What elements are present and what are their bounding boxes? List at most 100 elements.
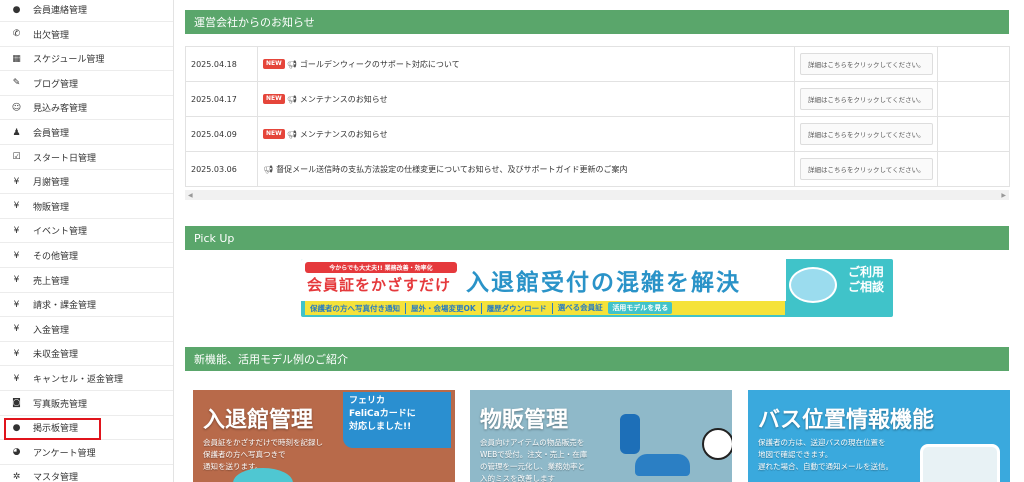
- chat-bubble-icon: ●: [12, 4, 21, 15]
- user-icon: ♟: [12, 127, 21, 138]
- yen-icon: ¥: [13, 176, 20, 187]
- bottle-icon: [620, 414, 640, 454]
- new-badge: NEW: [263, 94, 285, 104]
- sidebar-item[interactable]: ☑ スタート日管理: [0, 146, 173, 170]
- sidebar-item[interactable]: ¥ 請求・課金管理: [0, 293, 173, 318]
- sidebar-item-label: 売上管理: [33, 276, 70, 287]
- pickup-heading: Pick Up: [185, 226, 1009, 250]
- yen-icon: ¥: [13, 299, 20, 310]
- feature-card-title: 物販管理: [480, 408, 569, 433]
- sidebar-nav: ● 会員連絡管理 ✆ 出欠管理 ▦ スケジュール管理 ✎ ブログ管理 ☺ 見込み客管理 ♟ 会員管理 ☑…: [0, 0, 174, 482]
- new-badge: NEW: [263, 59, 285, 69]
- soccer-ball-icon: [702, 428, 732, 460]
- feature-card[interactable]: 物販管理会員向けアイテムの物品販売を WEBで受付。注文・売上・在庫 の管理を一…: [470, 390, 732, 482]
- megaphone-icon: 📢︎: [286, 129, 297, 139]
- sidebar-item-label: 物販管理: [33, 202, 70, 213]
- sidebar-item[interactable]: ♟ 会員管理: [0, 121, 173, 145]
- feature-card-desc: 会員向けアイテムの物品販売を WEBで受付。注文・売上・在庫 の管理を一元化し、…: [480, 438, 588, 482]
- notice-title-cell: NEW 📢︎ メンテナンスのお知らせ: [257, 81, 795, 117]
- banner-tag: 今からでも大丈夫!! 業務改善・効率化: [305, 262, 457, 273]
- sidebar-item[interactable]: ✲ マスタ管理: [0, 465, 173, 482]
- detail-button[interactable]: 詳細はこちらをクリックしてください。: [800, 158, 933, 180]
- notice-row: 2025.03.06 📢︎ 督促メール送信時の支払方法設定の仕様変更についてお知らせ…: [185, 151, 1010, 187]
- notice-empty-cell: [937, 81, 1010, 117]
- camera-icon: ◙: [12, 398, 21, 409]
- feature-card-title: 入退館管理: [203, 408, 314, 433]
- horizontal-scrollbar[interactable]: ◀ ▶: [185, 190, 1009, 200]
- sidebar-item-label: ブログ管理: [33, 79, 79, 90]
- sidebar-item[interactable]: ¥ 物販管理: [0, 195, 173, 219]
- feature-card-title: バス位置情報機能: [758, 408, 935, 433]
- notice-row: 2025.04.09 NEW 📢︎ メンテナンスのお知らせ 詳細はこちらをクリックしてく…: [185, 116, 1010, 152]
- notice-title: ゴールデンウィークのサポート対応について: [299, 59, 460, 69]
- sidebar-item-label: アンケート管理: [33, 448, 96, 459]
- yen-icon: ¥: [13, 275, 20, 286]
- sidebar-item[interactable]: ◙ 写真販売管理: [0, 392, 173, 416]
- notice-date: 2025.04.17: [185, 81, 258, 117]
- checkbox-icon: ☑: [12, 152, 21, 163]
- sidebar-item-label: キャンセル・返金管理: [33, 375, 124, 385]
- detail-button[interactable]: 詳細はこちらをクリックしてください。: [800, 88, 933, 110]
- sidebar-item-label: 見込み客管理: [33, 104, 88, 115]
- sidebar-item-label: 未収金管理: [33, 350, 79, 361]
- banner-lead: 会員証をかざすだけ: [307, 276, 452, 294]
- notice-title-cell: NEW 📢︎ メンテナンスのお知らせ: [257, 116, 795, 152]
- sidebar-item-label: マスタ管理: [33, 473, 79, 482]
- feature-card-badge: フェリカ FeliCaカードに 対応しました!!: [343, 392, 451, 448]
- megaphone-icon: 📢︎: [263, 164, 274, 174]
- new-badge: NEW: [263, 129, 285, 139]
- sidebar-item[interactable]: ● 会員連絡管理: [0, 0, 173, 22]
- banner-feature-label: 選べる会員証: [557, 303, 603, 312]
- notice-title: メンテナンスのお知らせ: [299, 129, 388, 139]
- sidebar-item[interactable]: ✆ 出欠管理: [0, 23, 173, 47]
- detail-button[interactable]: 詳細はこちらをクリックしてください。: [800, 53, 933, 75]
- sidebar-item-label: 写真販売管理: [33, 399, 88, 410]
- sidebar-item[interactable]: ¥ 売上管理: [0, 269, 173, 293]
- sidebar-item[interactable]: ¥ 入金管理: [0, 318, 173, 342]
- pencil-icon: ✎: [12, 78, 21, 89]
- notice-detail-cell: 詳細はこちらをクリックしてください。: [794, 46, 938, 82]
- sidebar-item[interactable]: ¥ 月謝管理: [0, 170, 173, 195]
- notice-date: 2025.04.18: [185, 46, 258, 82]
- notice-detail-cell: 詳細はこちらをクリックしてください。: [794, 116, 938, 152]
- notice-date: 2025.03.06: [185, 151, 258, 187]
- sidebar-item[interactable]: ● 掲示板管理: [0, 416, 173, 441]
- notice-row: 2025.04.17 NEW 📢︎ メンテナンスのお知らせ 詳細はこちらをクリックしてく…: [185, 81, 1010, 117]
- sidebar-item-label: 掲示板管理: [33, 424, 79, 435]
- feature-card[interactable]: バス位置情報機能保護者の方は、送迎バスの現在位置を 地図で確認できます。 遅れた…: [748, 390, 1010, 482]
- banner-features: 保護者の方へ写真付き通知 屋外・会場変更OK 履歴ダウンロード 選べる会員証 活…: [305, 301, 785, 315]
- banner-feature: 履歴ダウンロード: [482, 302, 553, 314]
- yen-icon: ¥: [13, 225, 20, 236]
- model-link[interactable]: 活用モデルを見る: [608, 302, 673, 314]
- yen-icon: ¥: [13, 201, 20, 212]
- sidebar-item[interactable]: ✎ ブログ管理: [0, 72, 173, 96]
- feature-card-desc: 保護者の方は、送迎バスの現在位置を 地図で確認できます。 遅れた場合、自動で通知…: [758, 438, 893, 471]
- sidebar-item-label: 月謝管理: [33, 178, 70, 189]
- scroll-right-icon[interactable]: ▶: [998, 192, 1009, 199]
- banner-feature: 屋外・会場変更OK: [406, 302, 482, 314]
- sidebar-item[interactable]: ¥ キャンセル・返金管理: [0, 367, 173, 391]
- scroll-left-icon[interactable]: ◀: [185, 192, 196, 199]
- banner-cta[interactable]: ご利用 ご相談: [841, 265, 891, 295]
- sidebar-item[interactable]: ¥ その他管理: [0, 244, 173, 268]
- notice-title: 督促メール送信時の支払方法設定の仕様変更についてお知らせ、及びサポートガイド更新…: [276, 164, 628, 174]
- notice-title-cell: NEW 📢︎ ゴールデンウィークのサポート対応について: [257, 46, 795, 82]
- detail-button[interactable]: 詳細はこちらをクリックしてください。: [800, 123, 933, 145]
- yen-icon: ¥: [13, 250, 20, 261]
- dashboard-icon: ◕: [12, 447, 21, 458]
- sidebar-item[interactable]: ▦ スケジュール管理: [0, 47, 173, 72]
- banner-title: 入退館受付の混雑を解決: [466, 270, 741, 296]
- sidebar-item[interactable]: ◕ アンケート管理: [0, 441, 173, 465]
- features-heading: 新機能、活用モデル例のご紹介: [185, 347, 1009, 371]
- notice-empty-cell: [937, 151, 1010, 187]
- sidebar-item[interactable]: ¥ 未収金管理: [0, 342, 173, 367]
- phone-icon: ✆: [12, 29, 21, 40]
- notice-detail-cell: 詳細はこちらをクリックしてください。: [794, 81, 938, 117]
- notices-table: 2025.04.18 NEW 📢︎ ゴールデンウィークのサポート対応について 詳細はこち…: [185, 46, 1010, 187]
- sidebar-item-label: 入金管理: [33, 325, 70, 336]
- megaphone-icon: 📢︎: [286, 94, 297, 104]
- pickup-banner[interactable]: 今からでも大丈夫!! 業務改善・効率化 会員証をかざすだけ 入退館受付の混雑を解…: [301, 259, 893, 317]
- sidebar-item[interactable]: ¥ イベント管理: [0, 219, 173, 244]
- sidebar-item[interactable]: ☺ 見込み客管理: [0, 96, 173, 121]
- feature-card[interactable]: 入退館管理 会員証をかざすだけで時刻を記録し 保護者の方へ写真つきで 通知を送りま…: [193, 390, 455, 482]
